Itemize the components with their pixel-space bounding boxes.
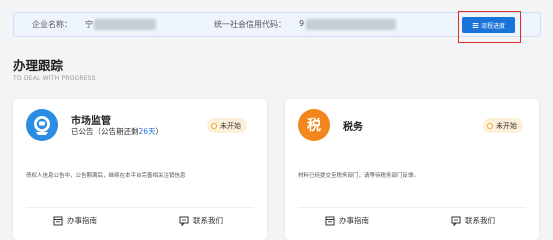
contact-button[interactable]: 联系我们: [179, 215, 223, 226]
card-description: 债权人信息公告中，公告期满后，继续在本平台完善相关注销信息: [26, 173, 186, 179]
credit-code-value: 9: [299, 19, 305, 28]
document-icon: [325, 216, 335, 225]
card-title: 税务: [343, 122, 363, 133]
chat-icon: [451, 216, 461, 226]
card-description: 材料已经提交至税务部门，请等待税务部门反馈。: [298, 173, 420, 179]
card-subtitle: 已公告（公告期还剩26天）: [71, 127, 164, 136]
company-name-label: 企业名称：: [32, 20, 72, 29]
card-tax: 税 税务 未开始 材料已经提交至税务部门，请等待税务部门反馈。 办事指南 联系我…: [285, 99, 539, 240]
progress-button-highlight: [458, 11, 521, 43]
guide-label: 办事指南: [339, 216, 369, 225]
status-label: 未开始: [496, 121, 517, 130]
company-name-redaction: [94, 19, 156, 30]
status-badge: 未开始: [483, 118, 523, 133]
card-title: 市场监管: [71, 116, 111, 127]
contact-label: 联系我们: [465, 216, 495, 225]
guide-label: 办事指南: [67, 216, 97, 225]
credit-code-label: 统一社会信用代码：: [214, 20, 286, 29]
contact-button[interactable]: 联系我们: [451, 215, 495, 226]
contact-label: 联系我们: [193, 216, 223, 225]
days-remaining: 26天: [138, 127, 156, 136]
guide-button[interactable]: 办事指南: [53, 215, 97, 226]
shield-badge-icon: [26, 109, 58, 141]
section-subtitle: TO DEAL WITH PROGRESS: [13, 75, 96, 82]
status-badge: 未开始: [207, 118, 247, 133]
card-divider: [26, 207, 254, 208]
chat-icon: [179, 216, 189, 226]
status-label: 未开始: [220, 121, 241, 130]
company-name-value: 宁: [85, 20, 93, 29]
card-divider: [298, 207, 526, 208]
guide-button[interactable]: 办事指南: [325, 215, 369, 226]
tax-icon: 税: [298, 109, 330, 141]
section-title: 办理跟踪: [13, 58, 64, 73]
credit-code-redaction: [306, 19, 396, 30]
status-dot-icon: [487, 122, 493, 129]
card-market-supervision: 市场监管 已公告（公告期还剩26天） 未开始 债权人信息公告中，公告期满后，继续…: [13, 99, 267, 240]
status-dot-icon: [211, 122, 217, 129]
document-icon: [53, 216, 63, 225]
